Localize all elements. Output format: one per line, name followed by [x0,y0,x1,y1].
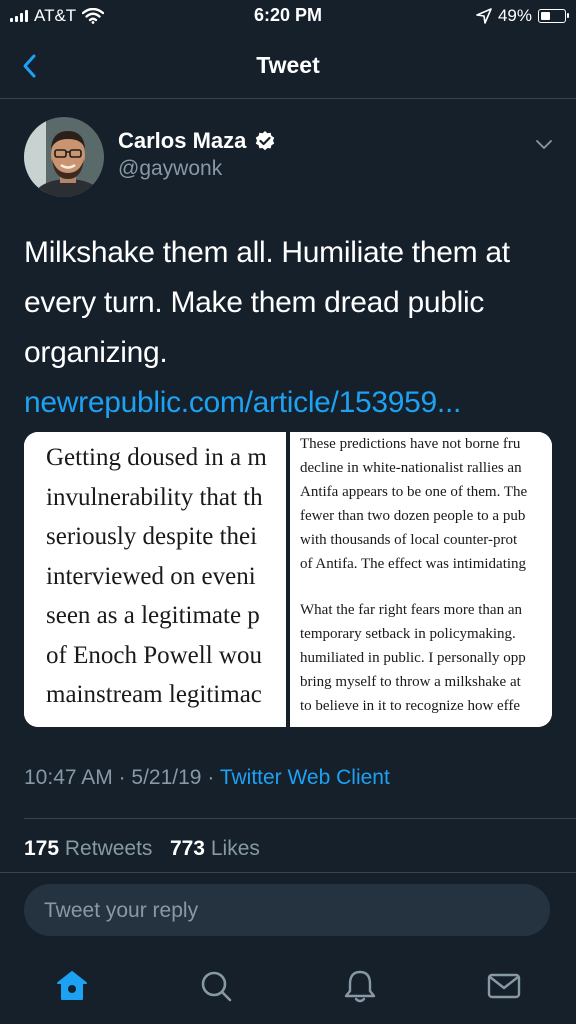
tweet-date: 5/21/19 [131,766,202,789]
divider [0,872,576,873]
tweet-stats: 175 Retweets 773 Likes [24,837,260,861]
avatar[interactable] [24,117,104,197]
media-text-line: invulnerability that th [46,483,263,511]
messages-icon [487,973,521,999]
media-text-line: with thousands of local counter-prot [300,532,518,548]
meta-separator: · [207,766,215,789]
media-text-line: Getting doused in a m [46,444,267,471]
media-text-line: temporary setback in policymaking. [300,626,516,642]
status-bar: AT&T 6:20 PM 49% [0,0,576,34]
meta-separator: · [118,766,126,789]
retweets-count: 175 [24,837,60,860]
nav-bar: Tweet [0,34,576,99]
tab-bar [0,950,576,1024]
tweet-media[interactable]: Getting doused in a m invulnerability tha… [24,432,552,727]
media-text-line: bring myself to throw a milkshake at [300,674,521,690]
tweet-client-link[interactable]: Twitter Web Client [220,766,390,789]
battery-percent: 49% [497,6,532,25]
retweets-label: Retweets [64,837,153,860]
media-text-line: of Enoch Powell wou [46,641,262,669]
author-name[interactable]: Carlos Maza [118,128,246,154]
tweet-options-button[interactable] [532,132,556,156]
likes-count: 773 [169,837,205,860]
author-row: Carlos Maza [118,128,276,154]
chevron-down-icon [536,140,552,149]
media-text-line: interviewed on eveni [46,562,256,590]
media-text-line: of Antifa. The effect was intimidating [300,556,527,572]
author-handle[interactable]: @gaywonk [118,157,222,181]
status-right: 49% [476,6,569,26]
tab-home[interactable] [52,966,92,1006]
media-text-line: These predictions have not borne fru [300,436,521,452]
page-title: Tweet [256,52,320,78]
media-text-line: What the far right fears more than an [300,602,522,618]
media-text-line: fewer than two dozen people to a pub [300,508,526,524]
media-image-right[interactable]: These predictions have not borne fru decl… [290,432,552,727]
search-icon [201,971,232,1002]
retweets-stat[interactable]: 175 Retweets [24,837,152,860]
tweet-body: Milkshake them all. Humiliate them at ev… [24,236,510,369]
tab-notifications[interactable] [340,966,380,1006]
reply-input[interactable]: Tweet your reply [24,884,550,936]
tweet-meta: 10:47 AM · 5/21/19 · Twitter Web Client [24,766,390,790]
tweet-time: 10:47 AM [24,766,113,789]
likes-label: Likes [210,837,260,860]
media-text-line: decline in white-nationalist rallies an [300,460,522,476]
media-text-line: humiliated in public. I personally opp [300,650,526,666]
media-text-line: mainstream legitimac [46,681,262,708]
media-text-line: seen as a legitimate p [46,602,260,629]
battery-fill [541,12,550,20]
tweet-link[interactable]: newrepublic.com/article/153959... [24,386,461,419]
reply-placeholder: Tweet your reply [44,899,199,922]
tab-search[interactable] [196,966,236,1006]
media-text-line: Antifa appears to be one of them. The [300,484,528,500]
media-text-line: seriously despite thei [46,523,258,550]
media-image-left[interactable]: Getting doused in a m invulnerability tha… [24,432,286,727]
likes-stat[interactable]: 773 Likes [170,837,260,860]
notifications-icon [344,970,376,1003]
home-icon [57,971,87,1000]
tweet-text: Milkshake them all. Humiliate them at ev… [24,228,554,428]
tab-messages[interactable] [484,966,524,1006]
profile-photo [24,117,104,197]
location-arrow-icon [476,8,492,24]
verified-badge-icon [256,131,275,151]
battery-icon [538,9,569,23]
divider [24,818,576,819]
media-text-line: to believe in it to recognize how effe [300,698,521,714]
